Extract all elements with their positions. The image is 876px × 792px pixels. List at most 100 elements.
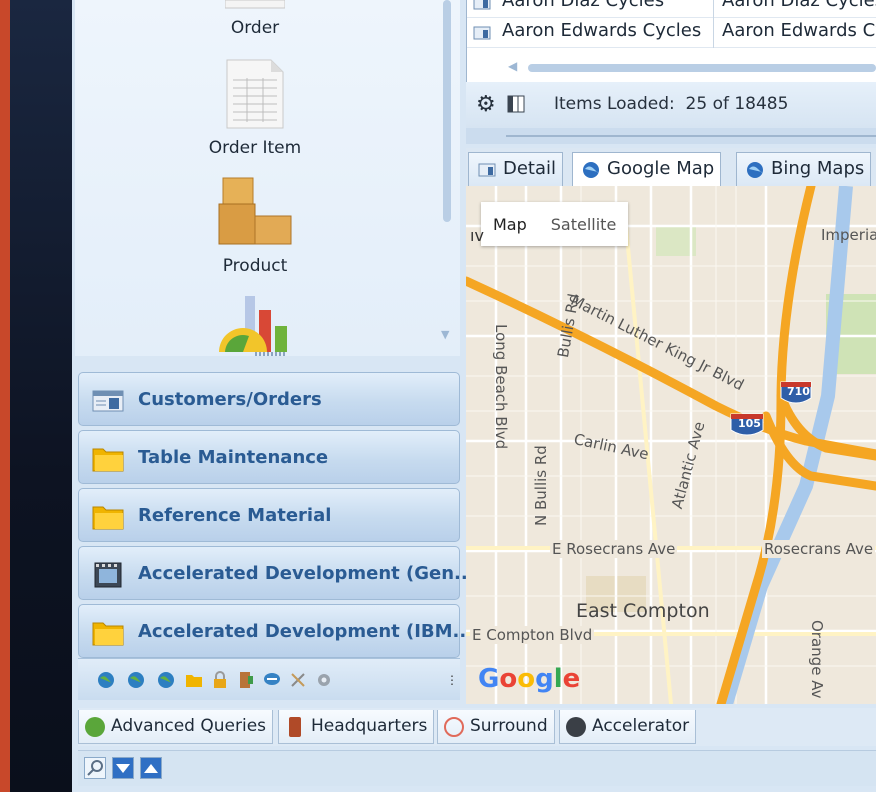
map-label: N Bullis Rd — [532, 445, 550, 526]
map-label: Orange Av — [808, 620, 826, 699]
tab-detail[interactable]: Detail — [468, 152, 564, 186]
tab-label: Bing Maps — [771, 158, 865, 179]
nav-item-label: Product — [222, 256, 288, 276]
map-label: E Rosecrans Ave — [550, 540, 678, 558]
google-logo: Google — [478, 664, 580, 694]
nav-group-label: Accelerated Development (Gen... — [138, 563, 475, 584]
folder-icon — [92, 506, 124, 530]
scroll-down-icon[interactable]: ▼ — [441, 328, 449, 341]
customers-orders-icon — [92, 390, 124, 412]
nav-item-order-item[interactable]: Order Item — [75, 58, 435, 158]
tab-google-map[interactable]: Google Map — [572, 152, 722, 186]
surround-icon — [444, 717, 464, 737]
interstate-710-label: 710 — [787, 385, 810, 398]
google-map[interactable]: Map Satellite ıv Imperia Martin Luther Ki… — [466, 186, 876, 704]
grid-cell: Aaron Diaz Cycles — [502, 0, 665, 11]
grid-cell: Aaron Edwards Cy — [722, 20, 876, 41]
map-label: ıv — [470, 226, 484, 245]
tab-advanced-queries[interactable]: Advanced Queries — [78, 710, 274, 744]
chevron-up-icon[interactable] — [140, 757, 162, 779]
tab-surround[interactable]: Surround — [437, 710, 555, 744]
chat-icon[interactable] — [262, 670, 282, 690]
splitter-line — [506, 135, 876, 137]
row-icon — [473, 26, 491, 40]
pane-splitter[interactable] — [466, 128, 876, 144]
row-icon — [473, 0, 491, 10]
nav-toolbar: ⋮ — [78, 658, 460, 700]
logo-letter: e — [562, 664, 581, 694]
map-label: Imperia — [821, 226, 876, 244]
tab-accelerator[interactable]: Accelerator — [559, 710, 697, 744]
product-icon — [218, 177, 292, 245]
film-icon — [94, 562, 122, 588]
globe-icon[interactable] — [156, 670, 176, 690]
map-type-satellite-button[interactable]: Satellite — [539, 202, 629, 247]
chevron-down-icon[interactable] — [112, 757, 134, 779]
nav-group-accelerated-development-gen[interactable]: Accelerated Development (Gen... — [78, 546, 475, 600]
nav-item-report[interactable] — [75, 296, 435, 354]
tools-icon[interactable] — [288, 670, 308, 690]
items-loaded-value: 25 of 18485 — [685, 94, 789, 114]
grid-cell: Aaron Edwards Cycles — [502, 20, 702, 41]
lock-icon[interactable] — [210, 670, 230, 690]
map-tab-strip: Detail Google Map Bing Maps — [466, 148, 876, 186]
scrollbar-thumb[interactable] — [528, 64, 876, 72]
logo-letter: l — [553, 664, 563, 694]
folder-icon[interactable] — [184, 670, 204, 690]
tab-headquarters[interactable]: Headquarters — [278, 710, 435, 744]
nav-item-product[interactable]: Product — [75, 176, 435, 276]
map-label: Long Beach Blvd — [492, 324, 510, 450]
nav-group-customers-orders[interactable]: Customers/Orders — [78, 372, 460, 426]
navigation-pane: Order Order Item Product — [75, 0, 460, 356]
logo-letter: o — [517, 664, 536, 694]
tab-bing-maps[interactable]: Bing Maps — [736, 152, 872, 186]
globe-icon — [747, 162, 763, 178]
grid-footer: ⚙ Items Loaded: 25 of 18485 — [466, 82, 876, 128]
globe-icon[interactable] — [126, 670, 146, 690]
grid-cell: Aaron Diaz Cycles — [722, 0, 876, 11]
columns-icon[interactable] — [506, 94, 526, 114]
nav-item-order[interactable]: Order — [75, 0, 435, 38]
table-row[interactable]: Aaron Edwards Cycles Aaron Edwards Cy — [467, 18, 876, 48]
tab-label: Accelerator — [592, 716, 690, 736]
nav-group-table-maintenance[interactable]: Table Maintenance — [78, 430, 460, 484]
headquarters-icon — [289, 717, 301, 737]
nav-group-label: Accelerated Development (IBM... — [138, 621, 474, 642]
toolbar-overflow-icon[interactable]: ⋮ — [446, 673, 458, 687]
nav-group-label: Customers/Orders — [138, 389, 322, 410]
nav-scrollbar[interactable]: ▼ — [440, 0, 454, 350]
nav-item-label: Order Item — [208, 138, 302, 158]
tab-label: Surround — [470, 716, 548, 736]
map-type-map-button[interactable]: Map — [481, 202, 539, 247]
status-bar — [78, 750, 876, 786]
folder-icon — [92, 622, 124, 646]
nav-group-accelerated-development-ibm[interactable]: Accelerated Development (IBM... — [78, 604, 473, 658]
interstate-105-label: 105 — [738, 417, 761, 430]
search-icon[interactable] — [84, 757, 106, 779]
tab-label: Headquarters — [311, 716, 428, 736]
gear-icon[interactable]: ⚙ — [476, 92, 496, 117]
accent-bar — [0, 0, 10, 792]
splitter-grip[interactable] — [255, 352, 285, 356]
items-loaded-text: Items Loaded: 25 of 18485 — [554, 94, 788, 114]
globe-icon[interactable] — [96, 670, 116, 690]
logo-letter: G — [478, 664, 500, 694]
map-label: E Compton Blvd — [470, 626, 595, 644]
bottom-tab-strip: Advanced Queries Headquarters Surround A… — [78, 708, 876, 746]
accelerator-icon — [566, 717, 586, 737]
column-divider[interactable] — [713, 0, 714, 48]
map-label: Rosecrans Ave — [762, 540, 876, 558]
logo-letter: o — [499, 664, 518, 694]
order-item-icon — [226, 59, 284, 129]
settings-icon[interactable] — [314, 670, 334, 690]
globe-icon — [583, 162, 599, 178]
items-loaded-label: Items Loaded: — [554, 94, 675, 114]
grid-horizontal-scrollbar[interactable]: ◀ — [470, 58, 876, 78]
tab-label: Google Map — [607, 158, 715, 179]
nav-group-reference-material[interactable]: Reference Material — [78, 488, 460, 542]
scrollbar-thumb[interactable] — [443, 0, 451, 222]
table-row[interactable]: Aaron Diaz Cycles Aaron Diaz Cycles — [467, 0, 876, 18]
detail-icon — [478, 163, 496, 177]
scroll-left-icon[interactable]: ◀ — [508, 59, 517, 73]
door-icon[interactable] — [236, 670, 256, 690]
